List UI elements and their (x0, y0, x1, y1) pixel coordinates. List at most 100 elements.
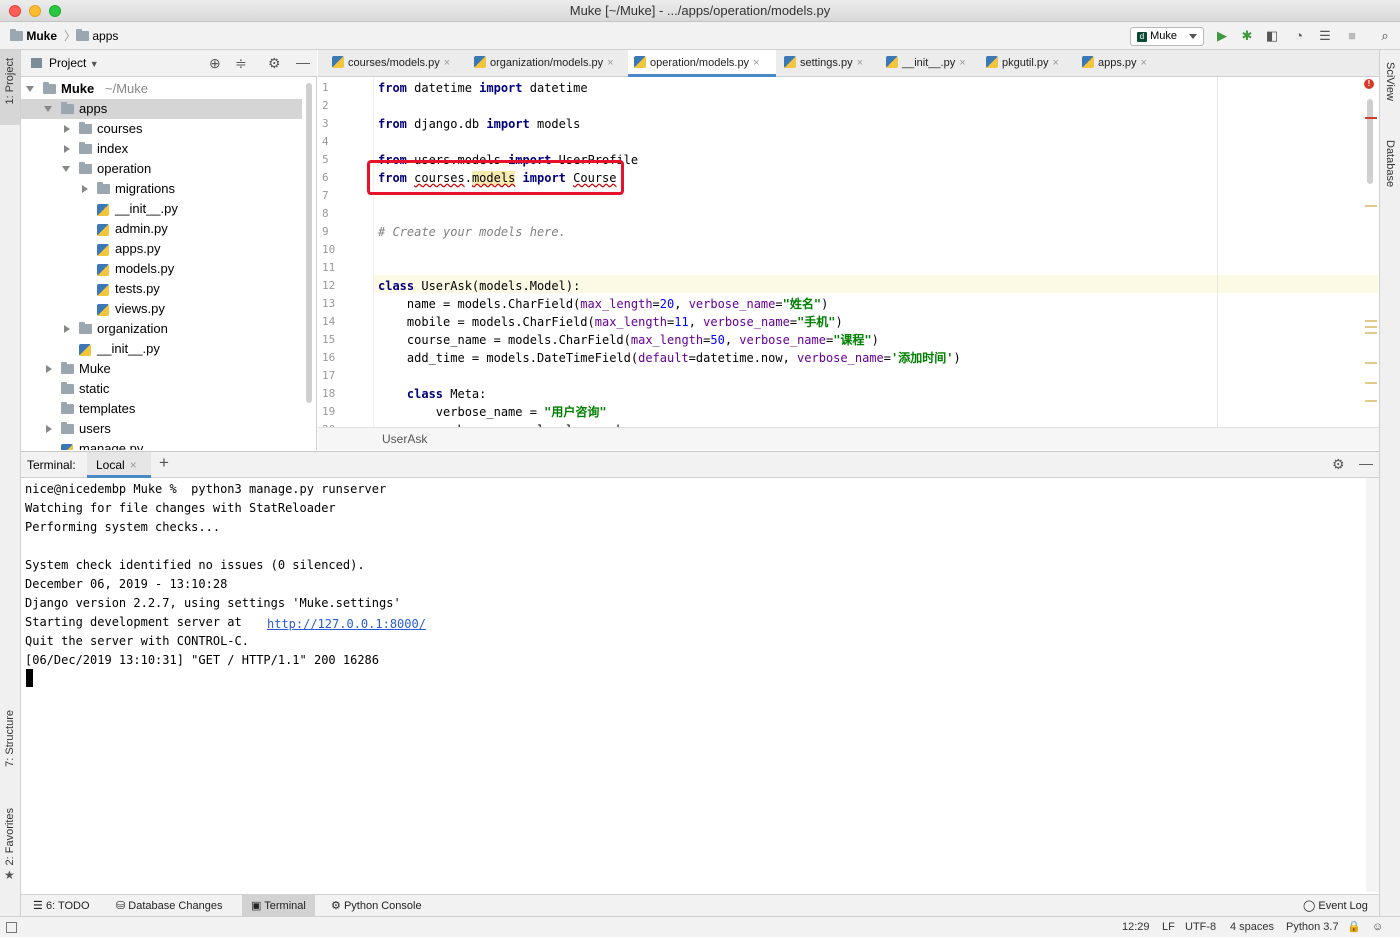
code-line[interactable]: from django.db import models (378, 115, 580, 133)
left-tool-strip: 1: Project 7: Structure 2: Favorites ★ (0, 50, 21, 930)
code-line[interactable]: add_time = models.DateTimeField(default=… (378, 349, 961, 367)
tree-expanded-arrow-icon[interactable] (62, 166, 70, 172)
close-icon[interactable]: × (130, 458, 137, 472)
code-line[interactable]: mobile = models.CharField(max_length=11,… (378, 313, 843, 331)
code-line[interactable]: name = models.CharField(max_length=20, v… (378, 295, 828, 313)
server-url-link[interactable]: http://127.0.0.1:8000/ (267, 615, 426, 634)
status-bar: 12:29 LF UTF-8 4 spaces Python 3.7 🔒 ☺ (0, 916, 1400, 937)
editor-tab[interactable]: apps.py × (1076, 50, 1156, 77)
folder-icon (10, 29, 23, 41)
project-tool-button[interactable]: 1: Project (4, 58, 16, 104)
close-tab-icon[interactable]: × (444, 57, 450, 69)
right-margin-guide (1217, 77, 1218, 427)
editor-tab[interactable]: settings.py × (778, 50, 878, 77)
database-tool-button[interactable]: Database (1384, 140, 1396, 187)
new-terminal-plus-icon[interactable]: + (159, 453, 169, 473)
folder-icon (61, 382, 74, 394)
tree-node-label: migrations (115, 181, 175, 196)
hide-panel-icon[interactable]: — (1359, 455, 1373, 471)
sciview-tool-button[interactable]: SciView (1384, 62, 1396, 101)
code-line[interactable]: verbose_name = "用户咨询" (378, 403, 607, 421)
event-log-tool-button[interactable]: ◯ Event Log (1303, 895, 1368, 917)
warning-stripe-mark[interactable] (1365, 362, 1377, 364)
tree-collapsed-arrow-icon[interactable] (82, 185, 88, 193)
close-tab-icon[interactable]: × (607, 57, 613, 69)
close-tab-icon[interactable]: × (959, 57, 965, 69)
code-line[interactable]: from datetime import datetime (378, 79, 588, 97)
error-indicator-icon[interactable]: ! (1364, 79, 1374, 89)
warning-stripe-mark[interactable] (1365, 332, 1377, 334)
close-tab-icon[interactable]: × (1052, 57, 1058, 69)
terminal-scrollbar[interactable] (1366, 478, 1379, 892)
tree-collapsed-arrow-icon[interactable] (64, 125, 70, 133)
toggle-tool-windows-icon[interactable] (6, 922, 17, 933)
terminal-tool-button[interactable]: ▣ Terminal (242, 895, 315, 917)
warning-stripe-mark[interactable] (1365, 320, 1377, 322)
database-changes-tool-button[interactable]: ⛁ Database Changes (116, 895, 222, 917)
warning-stripe-mark[interactable] (1365, 205, 1377, 207)
stop-icon[interactable]: ■ (1344, 28, 1360, 44)
close-tab-icon[interactable]: × (1141, 57, 1147, 69)
indent-setting[interactable]: 4 spaces (1230, 917, 1274, 938)
close-tab-icon[interactable]: × (753, 57, 759, 69)
file-encoding[interactable]: UTF-8 (1185, 917, 1216, 938)
zoom-window-button[interactable] (49, 5, 61, 17)
tree-node-label: admin.py (115, 221, 168, 236)
editor-breadcrumb[interactable]: UserAsk (318, 427, 1379, 450)
code-line[interactable]: class Meta: (378, 385, 486, 403)
concurrency-icon[interactable]: ☰ (1317, 28, 1333, 44)
todo-tool-button[interactable]: ☰ 6: TODO (33, 895, 90, 917)
lock-icon[interactable]: 🔒 (1347, 917, 1361, 938)
warning-stripe-mark[interactable] (1365, 326, 1377, 328)
tree-collapsed-arrow-icon[interactable] (46, 425, 52, 433)
python-interpreter[interactable]: Python 3.7 (1286, 917, 1339, 938)
highlight-annotation-box (367, 160, 624, 195)
terminal-icon: ▣ (251, 900, 262, 912)
warning-stripe-mark[interactable] (1365, 400, 1377, 402)
editor-tab[interactable]: organization/models.py × (468, 50, 626, 77)
line-separator[interactable]: LF (1162, 917, 1175, 938)
terminal-output[interactable]: nice@nicedembp Muke % python3 manage.py … (21, 478, 1366, 892)
editor-tab[interactable]: pkgutil.py × (980, 50, 1074, 77)
terminal-cursor (26, 669, 33, 687)
terminal-tab-local[interactable]: Local × (87, 452, 151, 478)
warning-stripe-mark[interactable] (1365, 382, 1377, 384)
tree-expanded-arrow-icon[interactable] (26, 86, 34, 92)
close-window-button[interactable] (9, 5, 21, 17)
debug-icon[interactable]: ✱ (1239, 28, 1255, 44)
profile-icon[interactable]: ◔ (1291, 28, 1307, 44)
code-line[interactable]: course_name = models.CharField(max_lengt… (378, 331, 879, 349)
code-line[interactable]: # Create your models here. (378, 223, 566, 241)
project-view-select[interactable]: Project ▼ (49, 50, 99, 78)
tree-collapsed-arrow-icon[interactable] (64, 145, 70, 153)
tree-expanded-arrow-icon[interactable] (44, 106, 52, 112)
close-tab-icon[interactable]: × (857, 57, 863, 69)
hide-panel-icon[interactable]: — (296, 54, 310, 70)
tree-scrollbar[interactable] (306, 83, 312, 403)
editor-tab[interactable]: operation/models.py × (628, 50, 776, 77)
breadcrumb-root[interactable]: Muke (10, 22, 57, 50)
editor-tab[interactable]: courses/models.py × (326, 50, 466, 77)
search-icon[interactable]: ⌕ (1377, 28, 1393, 44)
error-stripe-mark[interactable] (1365, 117, 1377, 119)
coverage-icon[interactable]: ◧ (1264, 28, 1280, 44)
caret-position[interactable]: 12:29 (1122, 917, 1150, 938)
minimize-window-button[interactable] (29, 5, 41, 17)
python-console-tool-button[interactable]: ⚙ Python Console (331, 895, 422, 917)
inspector-icon[interactable]: ☺ (1372, 917, 1383, 938)
tree-collapsed-arrow-icon[interactable] (46, 365, 52, 373)
code-line[interactable]: class UserAsk(models.Model): (378, 277, 580, 295)
locate-icon[interactable]: ⊕ (209, 55, 221, 72)
collapse-all-icon[interactable]: ≑ (235, 55, 247, 72)
code-editor[interactable]: from datetime import datetime from django… (374, 77, 1378, 427)
run-icon[interactable]: ▶ (1214, 28, 1230, 44)
structure-tool-button[interactable]: 7: Structure (4, 710, 16, 767)
editor-scrollbar[interactable] (1367, 99, 1373, 184)
gear-icon[interactable]: ⚙ (1332, 456, 1345, 473)
gear-icon[interactable]: ⚙ (268, 55, 281, 72)
editor-tab[interactable]: __init__.py × (880, 50, 978, 77)
breadcrumb-child[interactable]: apps (76, 22, 118, 50)
run-configuration-select[interactable]: d Muke (1130, 27, 1204, 46)
favorites-tool-button[interactable]: 2: Favorites (4, 808, 16, 865)
tree-collapsed-arrow-icon[interactable] (64, 325, 70, 333)
